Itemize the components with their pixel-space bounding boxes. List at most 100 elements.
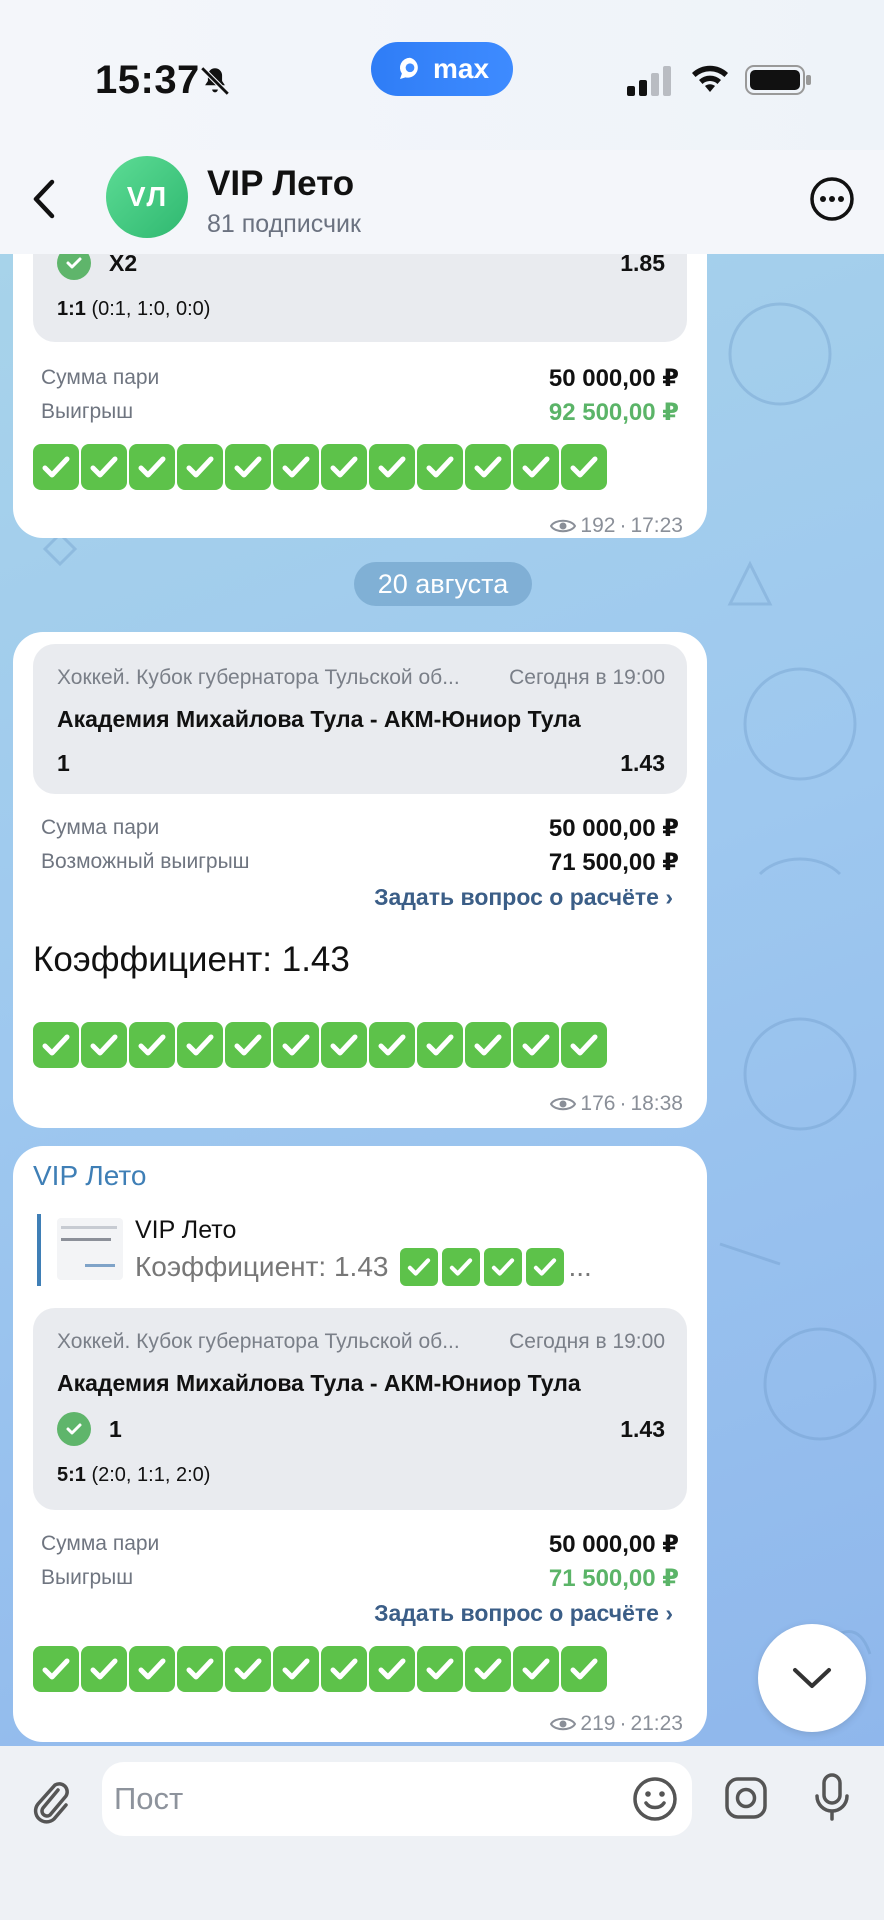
paperclip-icon[interactable] xyxy=(30,1778,70,1824)
views-count: 219 xyxy=(580,1712,616,1735)
check-mark-emoji xyxy=(81,1022,127,1068)
avatar[interactable]: VЛ xyxy=(106,156,188,238)
bet-match: Академия Михайлова Тула - АКМ-Юниор Тула xyxy=(57,1370,581,1396)
subscriber-count: 81 подписчик xyxy=(207,210,361,238)
bet-match: Академия Михайлова Тула - АКМ-Юниор Тула xyxy=(57,706,581,732)
check-mark-emoji xyxy=(465,1022,511,1068)
chat-area[interactable]: X2 1.85 1:1 (0:1, 1:0, 0:0) Сумма пари 5… xyxy=(0,254,884,1746)
post-field[interactable] xyxy=(102,1762,692,1836)
check-mark-emoji xyxy=(273,1646,319,1692)
max-label: max xyxy=(432,53,490,84)
check-mark-emoji xyxy=(129,1646,175,1692)
check-mark-emoji xyxy=(561,444,607,490)
message-bubble[interactable]: X2 1.85 1:1 (0:1, 1:0, 0:0) Сумма пари 5… xyxy=(13,254,707,538)
battery-icon xyxy=(745,65,811,95)
check-circle-icon xyxy=(57,1412,91,1446)
message-meta: 219 · 21:23 xyxy=(550,1712,683,1736)
message-time: 17:23 xyxy=(630,514,683,537)
eye-icon xyxy=(550,1717,577,1731)
check-mark-emoji xyxy=(369,444,415,490)
ask-question-link[interactable]: Задать вопрос о расчёте › xyxy=(374,1600,673,1627)
chevron-left-icon[interactable] xyxy=(28,176,58,222)
check-mark-emoji xyxy=(33,444,79,490)
check-mark-emoji xyxy=(417,444,463,490)
check-mark-emoji xyxy=(417,1646,463,1692)
bet-league: Хоккей. Кубок губернатора Тульской об... xyxy=(57,666,460,689)
check-mark-emoji xyxy=(177,444,223,490)
check-mark-emoji xyxy=(513,444,559,490)
check-mark-emoji xyxy=(465,444,511,490)
win-label: Возможный выигрыш xyxy=(41,850,250,873)
bet-outcome: 1 xyxy=(109,1416,122,1442)
check-mark-emoji xyxy=(369,1646,415,1692)
win-label: Выигрыш xyxy=(41,1566,134,1589)
win-value: 71 500,00 ₽ xyxy=(548,1565,679,1592)
check-mark-emoji xyxy=(321,1646,367,1692)
max-logo-icon xyxy=(399,57,418,79)
checkmark-row xyxy=(33,1646,607,1692)
check-mark-emoji xyxy=(129,444,175,490)
check-mark-emoji xyxy=(177,1646,223,1692)
channel-title[interactable]: VIP Лето xyxy=(207,164,354,204)
scroll-down-button[interactable] xyxy=(758,1624,866,1732)
check-mark-emoji xyxy=(561,1022,607,1068)
bet-league: Хоккей. Кубок губернатора Тульской об... xyxy=(57,1330,460,1353)
more-icon[interactable] xyxy=(809,176,855,222)
check-mark-emoji xyxy=(417,1022,463,1068)
bet-card[interactable]: Хоккей. Кубок губернатора Тульской об...… xyxy=(33,644,687,794)
check-mark-emoji xyxy=(225,444,271,490)
views-count: 192 xyxy=(580,514,616,537)
check-mark-emoji xyxy=(81,444,127,490)
check-mark-emoji xyxy=(526,1248,565,1286)
reply-author: VIP Лето xyxy=(135,1216,237,1244)
check-mark-emoji xyxy=(513,1646,559,1692)
bet-outcome: X2 xyxy=(109,254,138,276)
check-mark-emoji xyxy=(225,1022,271,1068)
win-value: 92 500,00 ₽ xyxy=(548,399,679,426)
chat-header: VЛ VIP Лето 81 подписчик xyxy=(0,150,884,254)
bet-odds: 1.85 xyxy=(620,254,665,276)
message-bubble[interactable]: Хоккей. Кубок губернатора Тульской об...… xyxy=(13,632,707,1128)
bet-odds: 1.43 xyxy=(620,1416,665,1442)
bet-card[interactable]: X2 1.85 1:1 (0:1, 1:0, 0:0) xyxy=(33,254,687,342)
reply-preview[interactable]: VIP Лето Коэффициент: 1.43 ... xyxy=(37,1214,597,1286)
stake-value: 50 000,00 ₽ xyxy=(548,815,679,842)
eye-icon xyxy=(550,1097,577,1111)
check-mark-emoji xyxy=(177,1022,223,1068)
check-mark-emoji xyxy=(273,444,319,490)
check-mark-emoji xyxy=(273,1022,319,1068)
message-text: Коэффициент: 1.43 xyxy=(33,940,350,979)
chevron-down-icon xyxy=(793,1668,831,1688)
check-mark-emoji xyxy=(225,1646,271,1692)
microphone-icon[interactable] xyxy=(812,1772,852,1822)
bet-outcome: 1 xyxy=(57,750,70,776)
max-app-badge[interactable]: max xyxy=(371,42,513,96)
camera-icon[interactable] xyxy=(724,1776,768,1820)
signal-icon xyxy=(627,66,671,96)
bell-slash-icon xyxy=(200,66,230,96)
bet-card[interactable]: Хоккей. Кубок губернатора Тульской об...… xyxy=(33,1308,687,1510)
wifi-icon xyxy=(692,65,728,92)
bet-score: 1:1 (0:1, 1:0, 0:0) xyxy=(57,298,211,320)
check-mark-emoji xyxy=(465,1646,511,1692)
post-input[interactable] xyxy=(114,1774,594,1824)
emoji-icon[interactable] xyxy=(632,1776,678,1822)
check-circle-icon xyxy=(57,254,91,280)
ask-question-link[interactable]: Задать вопрос о расчёте › xyxy=(374,884,673,911)
message-author[interactable]: VIP Лето xyxy=(33,1160,147,1192)
checkmark-row xyxy=(33,444,607,490)
bet-time: Сегодня в 19:00 xyxy=(509,1330,665,1353)
check-mark-emoji xyxy=(321,1022,367,1068)
stake-label: Сумма пари xyxy=(41,816,160,839)
check-mark-emoji xyxy=(321,444,367,490)
check-mark-emoji xyxy=(400,1248,439,1286)
reply-text: Коэффициент: 1.43 ... xyxy=(135,1248,592,1286)
bet-odds: 1.43 xyxy=(620,750,665,776)
check-mark-emoji xyxy=(81,1646,127,1692)
check-mark-emoji xyxy=(484,1248,523,1286)
win-label: Выигрыш xyxy=(41,400,134,423)
message-bubble[interactable]: VIP Лето VIP Лето Коэффициент: 1.43 ... … xyxy=(13,1146,707,1742)
views-count: 176 xyxy=(580,1092,616,1115)
stake-label: Сумма пари xyxy=(41,1532,160,1555)
status-bar: 15:37 max xyxy=(0,0,884,150)
